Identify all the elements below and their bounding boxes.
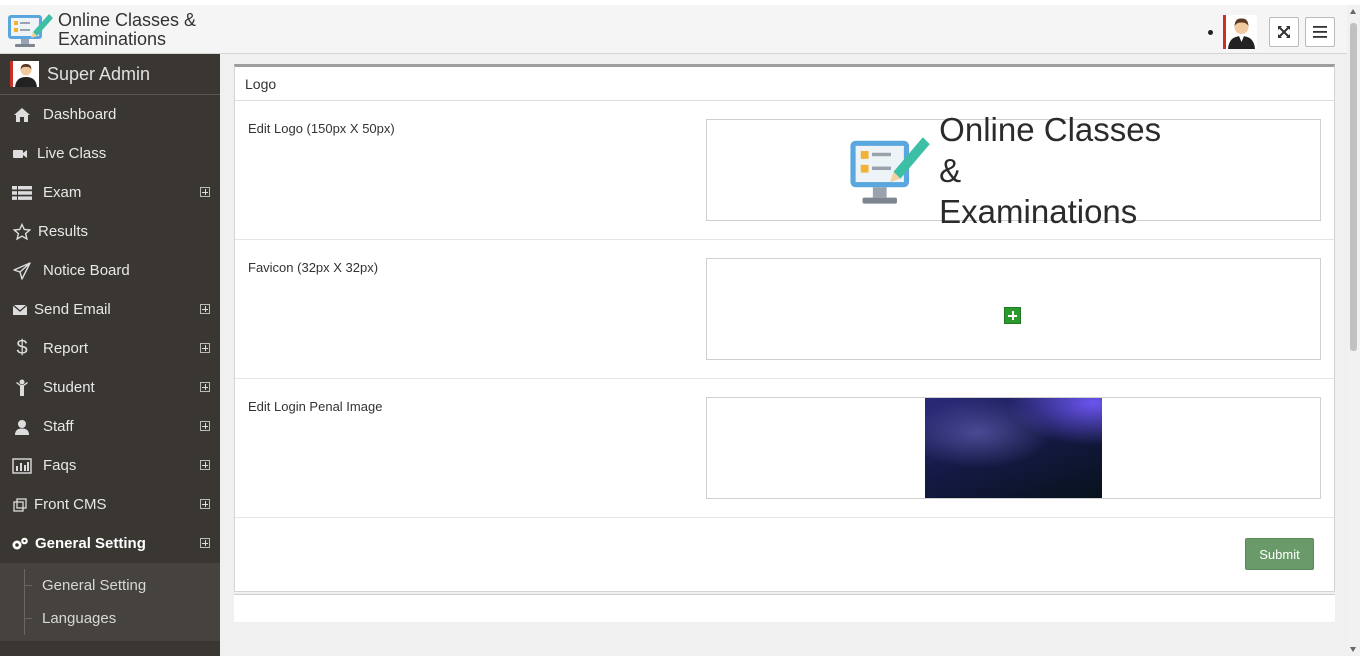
brand-logo[interactable]: Online Classes & Examinations [5, 8, 218, 52]
top-header: Online Classes & Examinations [0, 5, 1347, 54]
sidebar-item-faqs[interactable]: Faqs [0, 446, 220, 485]
header-actions [1208, 15, 1335, 49]
brand-name: Online Classes & Examinations [58, 11, 196, 49]
sidebar-item-label: Exam [43, 184, 82, 201]
expand-icon[interactable] [200, 304, 210, 314]
login-image-label: Edit Login Penal Image [248, 399, 383, 414]
logo-settings-panel: Logo Edit Logo (150px X 50px) Online Cla… [234, 64, 1335, 592]
sidebar-item-dashboard[interactable]: Dashboard [0, 95, 220, 134]
envelope-icon [10, 300, 30, 320]
sidebar-item-label: Live Class [37, 145, 107, 162]
scroll-thumb[interactable] [1350, 23, 1357, 351]
scroll-up-arrow-icon[interactable] [1350, 9, 1356, 14]
sidebar-item-notice-board[interactable]: Notice Board [0, 251, 220, 290]
add-favicon-icon[interactable] [1004, 307, 1021, 324]
sidebar-avatar [10, 61, 39, 87]
expand-icon[interactable] [200, 421, 210, 431]
home-icon [12, 105, 32, 125]
logo-preview: Online Classes & Examinations [847, 111, 1187, 230]
panel-title: Logo [235, 67, 1334, 101]
sidebar-item-staff[interactable]: Staff [0, 407, 220, 446]
monitor-checklist-icon [850, 137, 930, 204]
sidebar-item-student[interactable]: Student [0, 368, 220, 407]
logo-text-line-1: Online Classes & [939, 110, 1162, 189]
expand-icon[interactable] [200, 499, 210, 509]
sidebar-item-live-class[interactable]: Live Class [0, 134, 220, 173]
expand-icon[interactable] [200, 343, 210, 353]
sidebar-menu: Dashboard Live Class Exam Results Notice… [0, 95, 220, 563]
monitor-checklist-icon [5, 10, 55, 50]
expand-icon[interactable] [200, 382, 210, 392]
user-icon [12, 417, 32, 437]
sidebar-item-label: Dashboard [43, 106, 117, 123]
expand-icon[interactable] [200, 187, 210, 197]
sidebar: Super Admin Dashboard Live Class Exam Re… [0, 54, 220, 656]
page-scrollbar[interactable] [1347, 5, 1360, 656]
sidebar-item-label: Send Email [34, 301, 111, 318]
sidebar-item-label: Report [43, 340, 89, 357]
panel-footer: Submit [235, 518, 1334, 590]
sidebar-item-label: Student [43, 379, 95, 396]
collapse-icon[interactable] [200, 538, 210, 548]
brand-line-2: Examinations [58, 29, 167, 49]
login-image-row: Edit Login Penal Image [235, 379, 1334, 518]
fullscreen-icon [1278, 26, 1290, 38]
gears-icon [10, 534, 30, 554]
sidebar-item-label: General Setting [35, 535, 146, 552]
general-setting-submenu: General Setting Languages [0, 563, 220, 641]
brand-line-1: Online Classes & [58, 10, 197, 30]
edit-logo-row: Edit Logo (150px X 50px) Online Classes … [235, 101, 1334, 240]
submit-button[interactable]: Submit [1245, 538, 1314, 570]
dollar-icon: $ [16, 337, 28, 359]
sidebar-item-send-email[interactable]: Send Email [0, 290, 220, 329]
next-panel-edge [234, 594, 1335, 622]
favicon-row: Favicon (32px X 32px) [235, 240, 1334, 379]
submenu-item-general-setting[interactable]: General Setting [0, 569, 220, 602]
menu-toggle-button[interactable] [1305, 17, 1335, 47]
student-icon [12, 378, 32, 398]
sidebar-item-general-setting[interactable]: General Setting [0, 524, 220, 563]
favicon-label: Favicon (32px X 32px) [248, 260, 379, 275]
login-image-upload-box[interactable] [706, 397, 1321, 499]
status-dot [1208, 29, 1213, 35]
sidebar-user-name: Super Admin [47, 63, 151, 84]
list-icon [12, 183, 32, 203]
video-camera-icon [10, 144, 30, 164]
star-icon [12, 222, 32, 242]
scroll-down-arrow-icon[interactable] [1350, 647, 1356, 652]
fullscreen-button[interactable] [1269, 17, 1299, 47]
favicon-upload-box[interactable] [706, 258, 1321, 360]
logo-upload-box[interactable]: Online Classes & Examinations [706, 111, 1321, 230]
sidebar-user[interactable]: Super Admin [0, 54, 220, 95]
sidebar-item-report[interactable]: $ Report [0, 329, 220, 368]
user-avatar[interactable] [1223, 15, 1257, 49]
clipboard-icon [10, 495, 30, 515]
sidebar-item-front-cms[interactable]: Front CMS [0, 485, 220, 524]
sidebar-item-results[interactable]: Results [0, 212, 220, 251]
bar-chart-icon [12, 456, 32, 476]
submenu-item-languages[interactable]: Languages [0, 602, 220, 635]
logo-text-line-2: Examinations [939, 192, 1138, 230]
sidebar-item-label: Staff [43, 418, 74, 435]
login-panel-image-preview [925, 398, 1102, 498]
sidebar-item-exam[interactable]: Exam [0, 173, 220, 212]
sidebar-item-label: Notice Board [43, 262, 130, 279]
paper-plane-icon [12, 261, 32, 281]
sidebar-item-label: Faqs [43, 457, 77, 474]
sidebar-item-label: Results [38, 223, 89, 240]
edit-logo-label: Edit Logo (150px X 50px) [248, 121, 395, 136]
logo-preview-text: Online Classes & Examinations [939, 109, 1187, 232]
sidebar-item-label: Front CMS [34, 496, 107, 513]
hamburger-menu-icon [1313, 26, 1327, 38]
expand-icon[interactable] [200, 460, 210, 470]
